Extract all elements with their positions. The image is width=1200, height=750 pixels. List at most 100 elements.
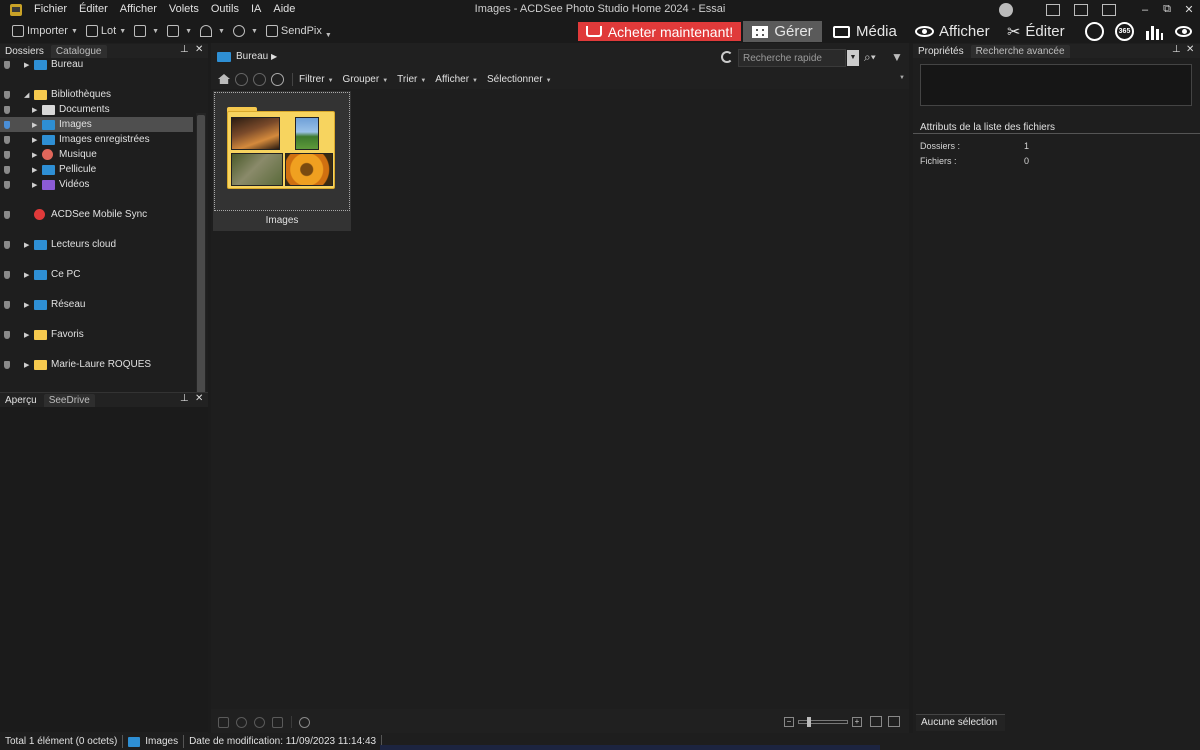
acdsee-365-button[interactable]: 365 [1115, 22, 1134, 41]
chevron-down-icon[interactable]: ▼ [899, 75, 905, 81]
folder-tree-scrollbar[interactable] [196, 113, 206, 425]
mode-afficher-button[interactable]: Afficher [915, 21, 990, 42]
pin-icon[interactable]: ⊥ [180, 44, 189, 55]
buy-now-button[interactable]: Acheter maintenant! [578, 22, 741, 41]
tab-aucune-selection[interactable]: Aucune sélection [916, 714, 1006, 731]
tools-button[interactable]: ▼ [229, 19, 262, 43]
tree-item-r-seau[interactable]: ▶ Réseau [0, 297, 193, 312]
expand-arrow-icon[interactable]: ▶ [32, 151, 37, 159]
layout-bottom-icon[interactable] [1074, 3, 1088, 16]
group-menu[interactable]: Grouper ▼ [343, 74, 389, 85]
expand-arrow-icon[interactable]: ▶ [24, 301, 29, 309]
thumbnail-area[interactable]: Images [211, 89, 909, 709]
expand-arrow-icon[interactable]: ▶ [32, 136, 37, 144]
tree-item-documents[interactable]: ▶ Documents [0, 102, 193, 117]
menu-afficher[interactable]: Afficher [114, 0, 163, 19]
mode-media-button[interactable]: Média [833, 21, 897, 42]
people-icon[interactable] [1085, 22, 1104, 41]
collapse-arrow-icon[interactable]: ◢ [24, 91, 29, 99]
chevron-down-icon[interactable]: ▼ [847, 50, 859, 66]
tree-item-musique[interactable]: ▶ Musique [0, 147, 193, 162]
view-360-icon[interactable] [1175, 21, 1197, 42]
forward-icon[interactable] [253, 72, 266, 86]
tree-item-acdsee-mobile-sync[interactable]: ACDSee Mobile Sync [0, 207, 193, 222]
filter-icon[interactable]: ▼ [891, 50, 903, 64]
menu-editer[interactable]: Éditer [73, 0, 114, 19]
close-icon[interactable]: ✕ [195, 44, 203, 55]
lot-button[interactable]: Lot ▼ [82, 19, 130, 43]
expand-arrow-icon[interactable]: ▶ [24, 61, 29, 69]
select-menu[interactable]: Sélectionner ▼ [487, 74, 552, 85]
upload-button[interactable]: ▼ [196, 19, 229, 43]
pin-icon[interactable]: ⊥ [180, 393, 189, 404]
mode-editer-button[interactable]: ✂ Éditer [1007, 21, 1065, 42]
tree-item-biblioth-ques[interactable]: ◢ Bibliothèques [0, 87, 193, 102]
sendpix-button[interactable]: SendPix ▼ [262, 19, 336, 43]
dashboard-icon[interactable] [1145, 21, 1163, 42]
tree-item-lecteurs-cloud[interactable]: ▶ Lecteurs cloud [0, 237, 193, 252]
expand-arrow-icon[interactable]: ▶ [24, 271, 29, 279]
close-icon[interactable]: ✕ [1186, 44, 1194, 55]
account-icon[interactable] [999, 2, 1013, 17]
expand-arrow-icon[interactable]: ▶ [32, 121, 37, 129]
create-button[interactable]: ▼ [130, 19, 163, 43]
sort-menu[interactable]: Trier ▼ [397, 74, 426, 85]
expand-arrow-icon[interactable]: ▶ [24, 361, 29, 369]
expand-arrow-icon[interactable]: ▶ [24, 241, 29, 249]
layout-right-icon[interactable] [1102, 3, 1116, 16]
menu-fichier[interactable]: Fichier [28, 0, 73, 19]
importer-button[interactable]: Importer ▼ [8, 19, 82, 43]
scrollbar-thumb[interactable] [197, 115, 205, 395]
close-window-button[interactable]: ✕ [1178, 3, 1200, 16]
tree-item-bureau[interactable]: ▶ Bureau [0, 57, 193, 72]
restore-button[interactable]: ⧉ [1156, 3, 1178, 16]
app-icon[interactable] [10, 3, 22, 16]
save-icon[interactable] [218, 716, 229, 728]
menu-aide[interactable]: Aide [267, 0, 301, 19]
tree-item-pellicule[interactable]: ▶ Pellicule [0, 162, 193, 177]
quick-search-input[interactable]: Recherche rapide [738, 49, 846, 67]
up-icon[interactable] [271, 72, 284, 86]
pin-icon[interactable]: ⊥ [1172, 44, 1181, 55]
tree-item-marie-laure-roques[interactable]: ▶ Marie-Laure ROQUES [0, 357, 193, 372]
breadcrumb[interactable]: Bureau [236, 51, 268, 62]
filter-menu[interactable]: Filtrer ▼ [299, 74, 334, 85]
slideshow-play-icon[interactable] [299, 716, 310, 728]
tree-item-images[interactable]: ▶ Images [0, 117, 193, 132]
expand-arrow-icon[interactable]: ▶ [32, 166, 37, 174]
expand-arrow-icon[interactable]: ▶ [24, 331, 29, 339]
tree-item-favoris[interactable]: ▶ Favoris [0, 327, 193, 342]
folder-thumbnail-images[interactable]: Images [213, 91, 351, 231]
menu-volets[interactable]: Volets [163, 0, 205, 19]
tab-apercu[interactable]: Aperçu [0, 394, 42, 407]
home-icon[interactable] [218, 74, 230, 84]
tab-recherche-avancee[interactable]: Recherche avancée [970, 45, 1070, 58]
close-icon[interactable]: ✕ [195, 393, 203, 404]
rotate-left-icon[interactable] [236, 716, 247, 728]
tab-seedrive[interactable]: SeeDrive [43, 394, 95, 407]
zoom-slider[interactable] [798, 716, 848, 727]
zoom-out-button[interactable]: − [784, 716, 794, 727]
search-icon[interactable]: ⌕▾ [864, 50, 886, 66]
details-view-icon[interactable] [888, 716, 900, 727]
tab-proprietes[interactable]: Propriétés [913, 45, 969, 58]
refresh-icon[interactable] [721, 51, 733, 63]
tree-item-images-enregistr-es[interactable]: ▶ Images enregistrées [0, 132, 193, 147]
zoom-in-button[interactable]: + [852, 716, 862, 727]
rotate-right-icon[interactable] [254, 716, 265, 728]
thumbnail-view-icon[interactable] [870, 716, 882, 727]
tree-item-ce-pc[interactable]: ▶ Ce PC [0, 267, 193, 282]
slideshow-button[interactable]: ▼ [163, 19, 196, 43]
expand-arrow-icon[interactable]: ▶ [32, 181, 37, 189]
mode-gerer-button[interactable]: Gérer [743, 21, 822, 42]
zoom-slider-knob[interactable] [807, 716, 811, 727]
minimize-button[interactable]: – [1134, 4, 1156, 16]
tree-item-vid-os[interactable]: ▶ Vidéos [0, 177, 193, 192]
chevron-right-icon[interactable]: ▶ [271, 52, 277, 61]
expand-arrow-icon[interactable]: ▶ [32, 106, 37, 114]
view-menu[interactable]: Afficher ▼ [435, 74, 478, 85]
menu-ia[interactable]: IA [245, 0, 267, 19]
back-icon[interactable] [235, 72, 248, 86]
layout-left-icon[interactable] [1046, 3, 1060, 16]
delete-icon[interactable] [272, 716, 283, 728]
